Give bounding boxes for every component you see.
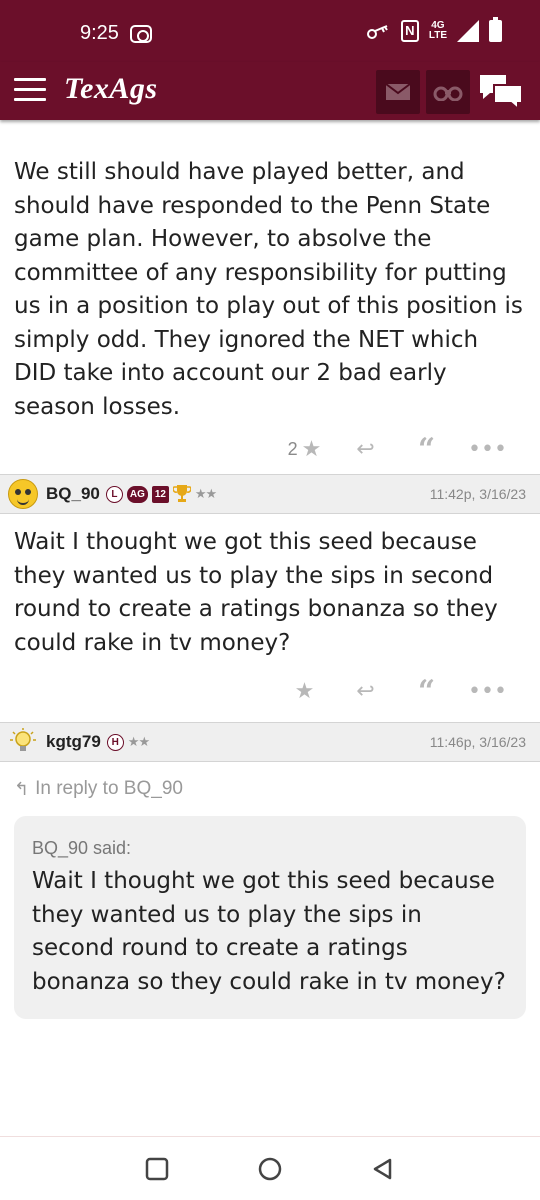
post-body: Wait I thought we got this seed because …	[14, 529, 498, 656]
nfc-icon: N	[400, 20, 419, 42]
more-button[interactable]: •••	[457, 679, 518, 704]
post-body: We still should have played better, and …	[14, 159, 523, 420]
reply-arrow-icon: ↰	[14, 778, 30, 799]
key-icon	[366, 24, 391, 39]
signal-icon	[457, 20, 479, 42]
quote-block: BQ_90 said: Wait I thought we got this s…	[14, 816, 526, 1019]
quote-author: BQ_90 said:	[32, 838, 132, 858]
reply-button[interactable]: ↩	[335, 679, 396, 704]
post-timestamp: 11:46p, 3/16/23	[429, 734, 526, 750]
reply-reference-text: In reply to BQ_90	[35, 778, 183, 799]
user-avatar[interactable]	[8, 479, 38, 509]
thread-content: We still should have played better, and …	[0, 120, 540, 1019]
battery-icon	[489, 17, 502, 42]
reply-reference[interactable]: ↰ In reply to BQ_90	[0, 762, 540, 808]
reply-button[interactable]: ↩	[335, 437, 396, 462]
user-avatar[interactable]	[8, 727, 38, 757]
quote-text: Wait I thought we got this seed because …	[32, 868, 506, 995]
post-header: kgtg79 H ★★ 11:46p, 3/16/23	[0, 722, 540, 762]
screen-record-icon	[130, 25, 152, 43]
quote-button[interactable]: “	[396, 674, 457, 709]
badge-l: L	[105, 485, 123, 503]
status-time: 9:25	[80, 22, 119, 44]
star-count: 2	[287, 438, 298, 459]
quote-icon: “	[417, 673, 436, 709]
star-button[interactable]: ★	[274, 679, 335, 704]
chat-icon	[480, 75, 523, 112]
post-timestamp: 11:42p, 3/16/23	[429, 486, 526, 502]
recents-icon	[145, 1157, 168, 1180]
site-logo[interactable]: TexAgs	[64, 72, 158, 106]
star-icon: ★	[301, 436, 322, 462]
username[interactable]: BQ_90	[46, 484, 100, 504]
lightbulb-icon	[10, 728, 36, 751]
badge-ag: AG	[126, 485, 148, 503]
app-header: TexAgs	[0, 62, 540, 120]
reply-icon: ↩	[356, 436, 375, 462]
home-icon	[258, 1157, 282, 1180]
more-button[interactable]: •••	[457, 437, 518, 462]
username[interactable]: kgtg79	[46, 732, 101, 752]
system-nav-bar	[0, 1136, 540, 1200]
messages-button[interactable]	[376, 70, 420, 114]
status-bar: 9:25 N 4G LTE	[0, 0, 540, 62]
back-button[interactable]	[368, 1154, 398, 1184]
quote-icon: “	[417, 431, 436, 467]
more-icon: •••	[468, 436, 507, 462]
star-button[interactable]: 2 ★	[274, 437, 335, 462]
rank-stars: ★★	[127, 734, 150, 750]
badge-12: 12	[151, 485, 169, 503]
watchlist-button[interactable]	[426, 70, 470, 114]
quote-button[interactable]: “	[396, 432, 457, 467]
chat-button[interactable]	[478, 72, 528, 112]
badge-h: H	[106, 733, 124, 751]
reply-icon: ↩	[356, 678, 375, 704]
post-actions: ★ ↩ “ •••	[0, 660, 540, 722]
post-actions: 2 ★ ↩ “ •••	[0, 424, 540, 474]
more-icon: •••	[468, 678, 507, 704]
back-icon	[374, 1158, 392, 1179]
rank-stars: ★★	[194, 486, 217, 502]
recents-button[interactable]	[142, 1154, 172, 1184]
star-icon: ★	[294, 678, 315, 704]
trophy-icon	[172, 485, 191, 502]
home-button[interactable]	[255, 1154, 285, 1184]
network-type: 4G LTE	[428, 20, 447, 41]
mail-icon	[385, 83, 411, 100]
post-header: BQ_90 L AG 12 ★★ 11:42p, 3/16/23	[0, 474, 540, 514]
menu-icon[interactable]	[14, 78, 46, 102]
binoculars-icon	[433, 86, 463, 101]
